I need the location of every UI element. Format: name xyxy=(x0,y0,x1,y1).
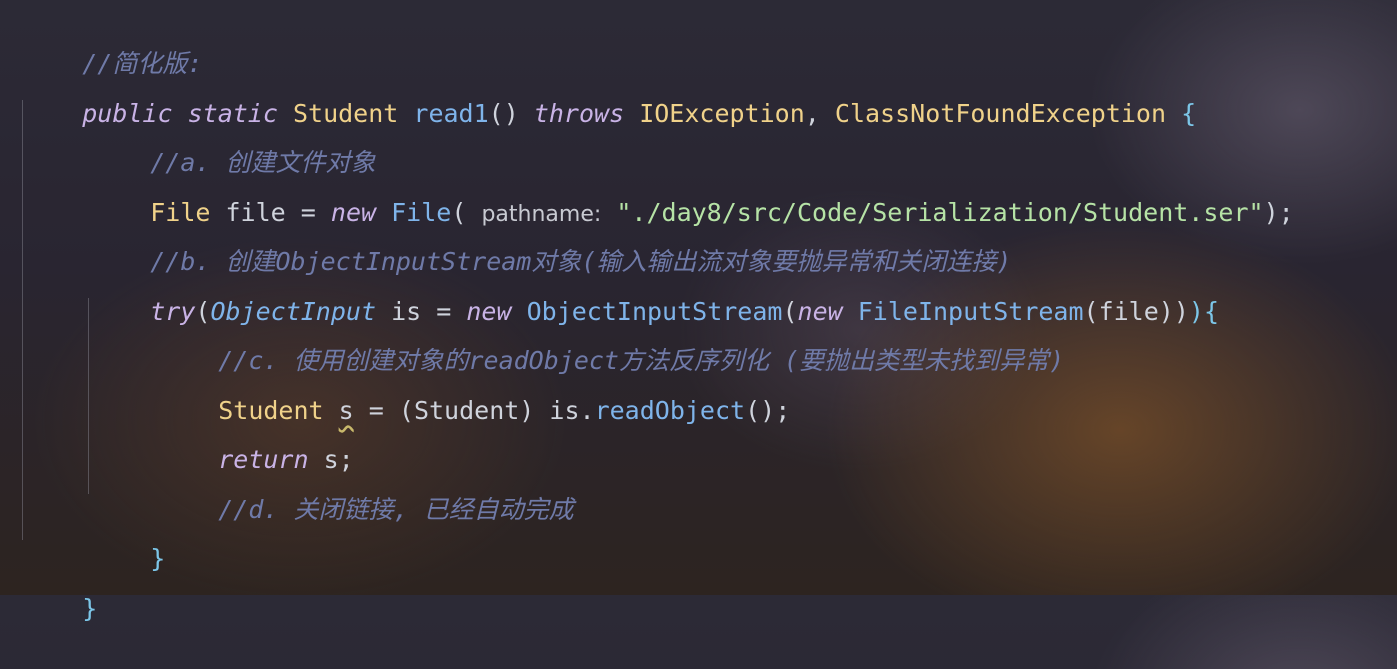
indent-guide-inner xyxy=(88,298,89,494)
statement-end: ); xyxy=(1263,198,1294,227)
close-brace: } xyxy=(82,594,98,623)
code-line-5[interactable]: //b. 创建ObjectInputStream对象(输入输出流对象要抛异常和关… xyxy=(90,202,1011,276)
exception-type: ClassNotFoundException xyxy=(834,99,1167,128)
keyword-throws: throws xyxy=(533,99,625,128)
method-name: read1 xyxy=(413,99,489,128)
method-parens: () xyxy=(488,99,519,128)
open-brace: { xyxy=(1181,99,1197,128)
cast: (Student) xyxy=(398,396,535,425)
code-line-2[interactable]: public static Student read1() throws IOE… xyxy=(22,54,1196,128)
code-editor[interactable]: //简化版: public static Student read1() thr… xyxy=(0,0,1397,623)
code-line-7[interactable]: //c. 使用创建对象的readObject方法反序列化 (要抛出类型未找到异常… xyxy=(158,301,1064,375)
exception-type: IOException xyxy=(639,99,805,128)
code-line-10[interactable]: //d. 关闭链接, 已经自动完成 xyxy=(158,450,573,524)
arguments: (file)) xyxy=(1083,297,1189,326)
object-ref: is. xyxy=(549,396,595,425)
code-line-3[interactable]: //a. 创建文件对象 xyxy=(90,103,375,177)
code-line-12[interactable]: } xyxy=(22,549,97,623)
comment: //d. 关闭链接, 已经自动完成 xyxy=(218,495,574,524)
close-brace: } xyxy=(150,544,166,573)
comma: , xyxy=(804,99,820,128)
code-line-9[interactable]: return s; xyxy=(158,400,353,474)
code-line-8[interactable]: Student s = (Student) is.readObject(); xyxy=(158,351,790,425)
method-call: readObject xyxy=(594,396,746,425)
open-brace: ){ xyxy=(1188,297,1219,326)
code-line-4[interactable]: File file = new File( pathname: "./day8/… xyxy=(90,153,1293,227)
code-line-1[interactable]: //简化版: xyxy=(22,4,202,78)
code-line-6[interactable]: try(ObjectInput is = new ObjectInputStre… xyxy=(90,252,1219,326)
operator: = xyxy=(368,396,384,425)
code-line-11[interactable]: } xyxy=(90,499,165,573)
statement-end: (); xyxy=(745,396,791,425)
